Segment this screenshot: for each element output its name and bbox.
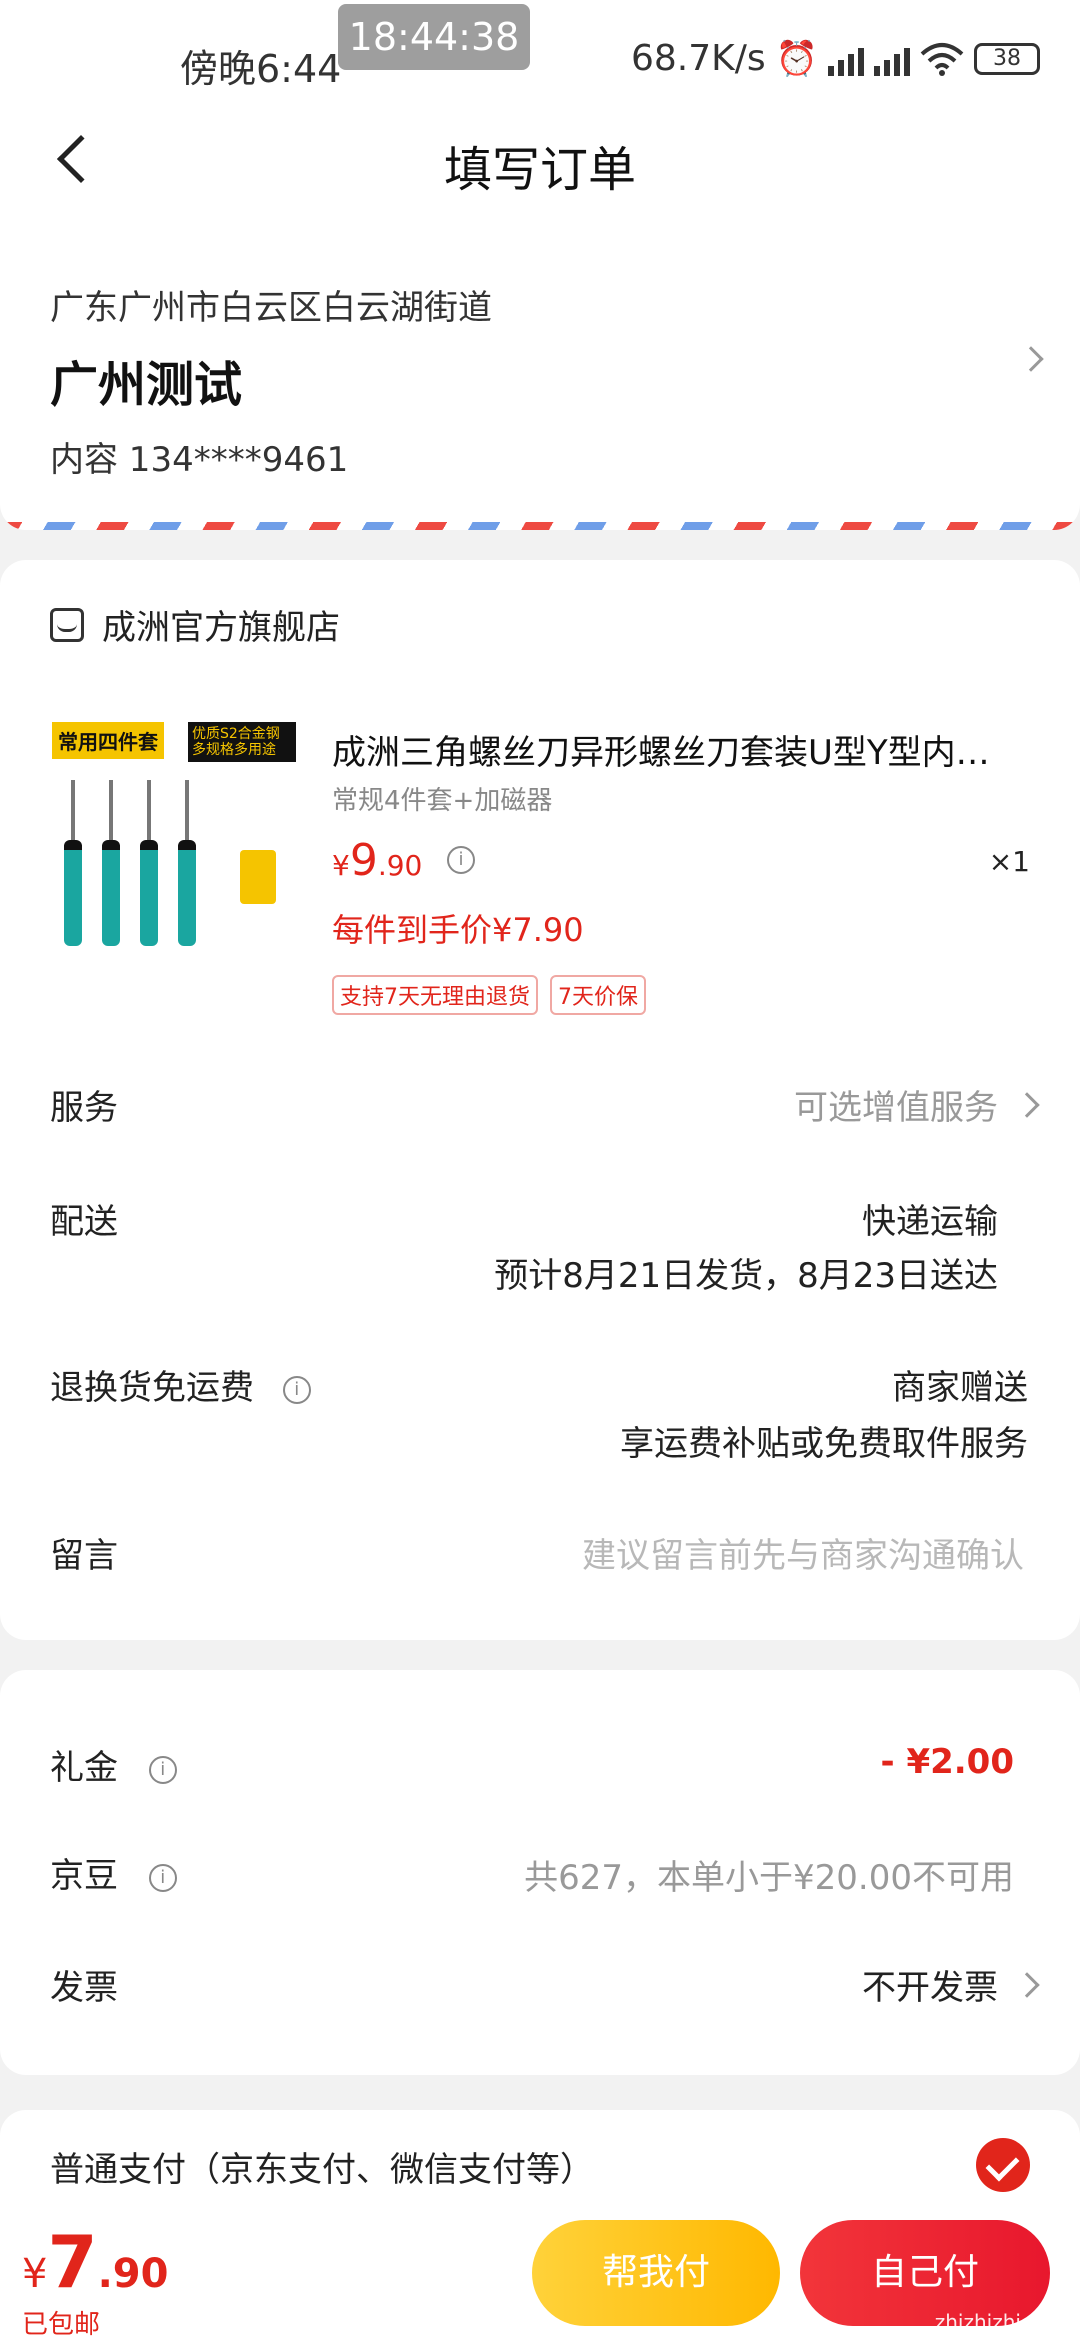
total-price: ¥7.90 [22, 2220, 169, 2304]
message-input[interactable]: 建议留言前先与商家沟通确认 [582, 1528, 1024, 1577]
screwdriver-set-illustration [64, 780, 196, 946]
checkout-bar: ¥7.90 已包邮 帮我付 自己付 zhizhizhi.com [0, 2200, 1080, 2340]
signal-icon [828, 42, 864, 76]
beans-value: 共627，本单小于¥20.00不可用 [524, 1858, 1014, 1898]
beans-label: 京豆 i [50, 1848, 177, 1897]
gift-value[interactable]: - ¥2.00 [881, 1742, 1015, 1782]
return-shipping-line1: 商家赠送 [892, 1368, 1028, 1408]
wifi-icon [920, 42, 964, 76]
check-icon[interactable] [976, 2138, 1030, 2192]
info-icon[interactable]: i [148, 1755, 177, 1784]
product-price: ¥9.90 [332, 835, 423, 886]
status-bar: 傍晚6:44 18:44:38 68.7K/s ⏰ 38 [0, 0, 1080, 110]
info-icon[interactable]: i [282, 1375, 311, 1404]
signal-icon [874, 42, 910, 76]
info-icon[interactable]: i [148, 1863, 177, 1892]
unit-final-price: 每件到手价¥7.90 [332, 911, 584, 949]
shop-header[interactable]: 成洲官方旗舰店 [50, 600, 340, 649]
image-tag: 优质S2合金钢 多规格多用途 [188, 722, 296, 762]
product-quantity: ×1 [988, 845, 1030, 878]
return-shipping-line2: 享运费补贴或免费取件服务 [620, 1424, 1028, 1464]
page-header: 填写订单 [0, 110, 1080, 210]
alarm-icon: ⏰ [775, 38, 818, 79]
chevron-right-icon [1014, 1972, 1040, 1998]
recipient-contact: 内容 134****9461 [50, 440, 349, 480]
shipping-note: 已包邮 [22, 2310, 101, 2340]
price-protect-badge: 7天价保 [550, 975, 646, 1015]
service-badges: 支持7天无理由退货 7天价保 [332, 975, 646, 1015]
magnetizer-illustration [240, 850, 276, 904]
shop-name: 成洲官方旗舰店 [102, 608, 340, 648]
order-card: 成洲官方旗舰店 常用四件套 优质S2合金钢 多规格多用途 成洲三角螺丝刀异形螺丝… [0, 560, 1080, 1640]
service-label: 服务 [50, 1088, 118, 1128]
shop-icon [50, 607, 84, 642]
delivery-eta: 预计8月21日发货，8月23日送达 [494, 1256, 998, 1296]
delivery-method[interactable]: 快递运输 [862, 1194, 998, 1243]
invoice-value[interactable]: 不开发票 [862, 1960, 998, 2009]
delivery-label: 配送 [50, 1202, 118, 1242]
status-icons: 68.7K/s ⏰ 38 [631, 38, 1040, 79]
address-line: 广东广州市白云区白云湖街道 [50, 288, 492, 328]
product-spec: 常规4件套+加磁器 [332, 786, 553, 816]
envelope-stripe [0, 522, 1080, 530]
battery-icon: 38 [974, 42, 1040, 75]
address-card[interactable]: 广东广州市白云区白云湖街道 广州测试 内容 134****9461 [0, 210, 1080, 530]
service-value[interactable]: 可选增值服务 [794, 1080, 998, 1129]
product-image[interactable]: 常用四件套 优质S2合金钢 多规格多用途 [50, 720, 298, 968]
payment-method-label: 普通支付（京东支付、微信支付等） [50, 2150, 594, 2190]
chevron-right-icon [1018, 346, 1044, 372]
help-pay-button[interactable]: 帮我付 [532, 2220, 780, 2326]
watermark: zhizhizhi.com [934, 2310, 1070, 2334]
gift-label: 礼金 i [50, 1740, 177, 1789]
page-title: 填写订单 [443, 142, 636, 198]
status-time: 傍晚6:44 [180, 47, 342, 91]
discount-card: 礼金 i - ¥2.00 京豆 i 共627，本单小于¥20.00不可用 发票 … [0, 1670, 1080, 2075]
chevron-right-icon [1014, 1092, 1040, 1118]
info-icon[interactable]: i [447, 846, 475, 874]
invoice-label: 发票 [50, 1968, 118, 2008]
return-shipping-label: 退换货免运费 i [50, 1360, 311, 1409]
image-tag: 常用四件套 [52, 722, 164, 759]
product-title[interactable]: 成洲三角螺丝刀异形螺丝刀套装U型Y型内… [332, 725, 1032, 774]
message-label: 留言 [50, 1536, 118, 1576]
status-clock: 18:44:38 [338, 4, 530, 70]
recipient-name: 广州测试 [50, 357, 243, 413]
net-speed: 68.7K/s [631, 38, 766, 79]
return-badge: 支持7天无理由退货 [332, 975, 538, 1015]
